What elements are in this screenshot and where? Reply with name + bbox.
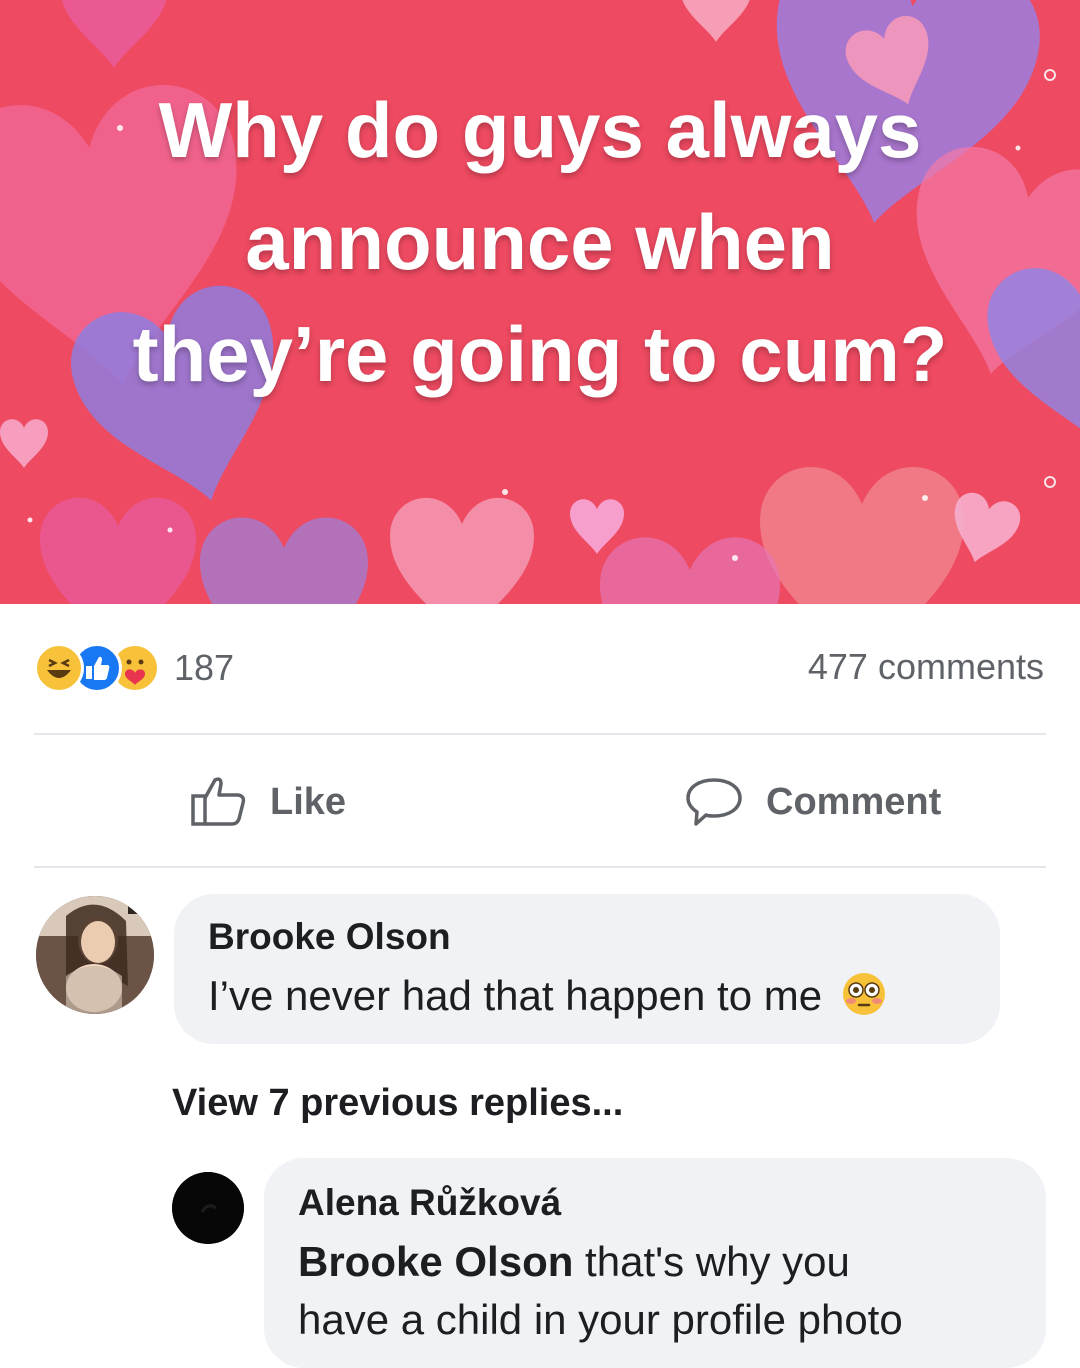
comment-text-body: I’ve never had that happen to me xyxy=(208,972,823,1019)
reply-text-line-1: Brooke Olson that's why you xyxy=(298,1232,850,1292)
caption-line-1: Why do guys always xyxy=(158,86,922,174)
post-image[interactable]: Why do guys always announce when they’re… xyxy=(0,0,1080,604)
profile-photo xyxy=(172,1172,244,1244)
reply-mention[interactable]: Brooke Olson xyxy=(298,1238,573,1285)
comment-bubble: Brooke Olson I’ve never had that happen … xyxy=(174,894,1000,1044)
post-image-caption: Why do guys always announce when they’re… xyxy=(0,74,1080,410)
reactions-summary[interactable]: 187 xyxy=(34,640,234,696)
reply-text-line-2: have a child in your profile photo xyxy=(298,1296,903,1343)
caption-line-2: announce when xyxy=(245,198,835,286)
divider xyxy=(34,733,1046,735)
thumbs-up-icon xyxy=(191,777,246,826)
comment-text: I’ve never had that happen to me xyxy=(208,966,888,1026)
haha-icon xyxy=(34,643,84,693)
comment-author[interactable]: Brooke Olson xyxy=(208,916,451,958)
avatar[interactable] xyxy=(172,1172,244,1244)
view-previous-replies-link[interactable]: View 7 previous replies... xyxy=(172,1082,623,1125)
like-button[interactable]: Like xyxy=(190,770,346,834)
flushed-face-icon xyxy=(842,973,885,1015)
reply-bubble: Alena Růžková Brooke Olson that's why yo… xyxy=(264,1158,1046,1368)
comments-count[interactable]: 477 comments xyxy=(808,646,1044,688)
profile-photo xyxy=(36,896,154,1014)
like-label: Like xyxy=(270,780,347,823)
reply-text-part: that's why you xyxy=(573,1238,850,1285)
reply-author[interactable]: Alena Růžková xyxy=(298,1182,561,1224)
comment-button[interactable]: Comment xyxy=(684,770,941,834)
caption-line-3: they’re going to cum? xyxy=(132,310,948,398)
comment-label: Comment xyxy=(766,780,942,823)
reaction-count: 187 xyxy=(174,647,235,688)
avatar[interactable] xyxy=(36,896,154,1014)
divider xyxy=(34,866,1046,868)
speech-bubble-icon xyxy=(686,778,742,826)
